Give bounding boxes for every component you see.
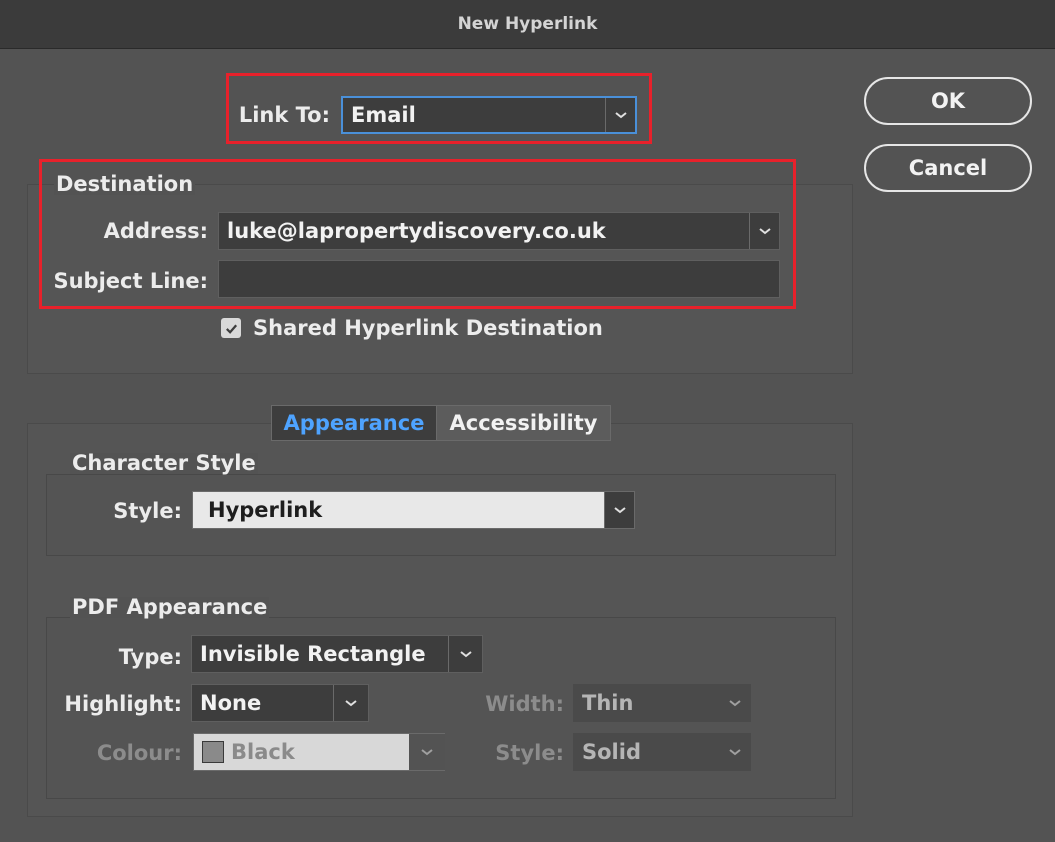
shared-destination-checkbox[interactable] <box>221 318 241 338</box>
width-select[interactable]: Thin <box>573 684 751 722</box>
colour-select[interactable]: Black <box>193 733 445 771</box>
tab-accessibility[interactable]: Accessibility <box>437 406 610 440</box>
character-style-label: Style: <box>113 499 182 523</box>
highlight-value: None <box>200 691 262 715</box>
ok-button[interactable]: OK <box>864 77 1032 125</box>
chevron-down-icon[interactable] <box>720 734 750 770</box>
shared-destination-label: Shared Hyperlink Destination <box>253 316 603 340</box>
border-style-select[interactable]: Solid <box>573 733 751 771</box>
character-style-select[interactable]: Hyperlink <box>192 491 635 529</box>
pdf-appearance-heading: PDF Appearance <box>70 595 270 619</box>
width-label: Width: <box>485 692 564 716</box>
chevron-down-icon[interactable] <box>604 492 634 528</box>
border-style-label: Style: <box>495 741 564 765</box>
dialog-titlebar: New Hyperlink <box>0 0 1055 49</box>
chevron-down-icon[interactable] <box>409 734 445 770</box>
width-value: Thin <box>582 691 634 715</box>
dialog-title: New Hyperlink <box>457 14 598 34</box>
colour-label: Colour: <box>96 741 182 765</box>
colour-swatch <box>202 741 224 763</box>
type-select[interactable]: Invisible Rectangle <box>191 635 483 673</box>
annotation-box-link-to <box>226 73 652 144</box>
highlight-label: Highlight: <box>64 692 182 716</box>
highlight-select[interactable]: None <box>191 684 369 722</box>
type-value: Invisible Rectangle <box>200 642 426 666</box>
type-label: Type: <box>118 645 182 669</box>
colour-value: Black <box>231 740 295 764</box>
checkmark-icon <box>225 323 237 334</box>
annotation-box-destination <box>39 159 796 309</box>
chevron-down-icon[interactable] <box>720 685 750 721</box>
chevron-down-icon[interactable] <box>448 636 482 672</box>
cancel-button[interactable]: Cancel <box>864 144 1032 192</box>
character-style-value: Hyperlink <box>208 498 323 522</box>
border-style-value: Solid <box>582 740 641 764</box>
tab-appearance[interactable]: Appearance <box>272 406 437 440</box>
character-style-heading: Character Style <box>70 451 258 475</box>
chevron-down-icon[interactable] <box>333 685 368 721</box>
tab-bar: Appearance Accessibility <box>271 405 611 441</box>
